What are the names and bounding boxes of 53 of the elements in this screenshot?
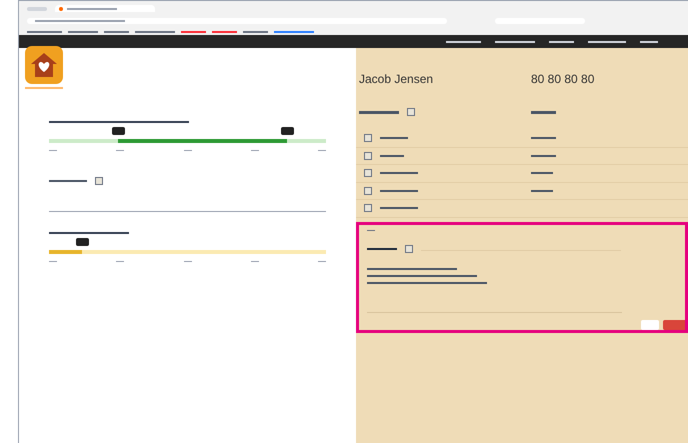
nav-link[interactable] [640, 40, 658, 42]
nav-link[interactable] [549, 40, 574, 42]
blurred-label [367, 248, 397, 250]
checkbox[interactable] [364, 152, 372, 160]
tick-label [250, 261, 259, 262]
blurred-heading [531, 110, 556, 114]
logo-wordmark [25, 87, 63, 89]
blurred-text [531, 137, 556, 140]
tick-label [49, 150, 57, 151]
bookmark[interactable] [181, 30, 206, 32]
tick-label [318, 261, 326, 262]
phone-number: 80 80 80 80 [531, 71, 594, 88]
bookmark[interactable] [27, 30, 62, 32]
contact-name: Jacob Jensen [359, 71, 434, 88]
bookmark[interactable] [212, 30, 237, 32]
checkbox[interactable] [405, 245, 413, 254]
blurred-text [380, 137, 408, 140]
checkbox[interactable] [364, 169, 372, 178]
blurred-text [380, 154, 404, 157]
tick-label [250, 150, 259, 151]
nav-link[interactable] [495, 40, 535, 42]
blurred-heading [359, 110, 399, 114]
nav-link[interactable] [446, 40, 481, 42]
tick-label [184, 261, 192, 262]
blurred-text [531, 172, 553, 174]
bookmark[interactable] [243, 30, 268, 32]
tick-label [116, 261, 124, 262]
blurred-text [380, 172, 418, 174]
tick-label [318, 150, 326, 151]
blurred-text [380, 190, 418, 192]
bookmark[interactable] [274, 30, 314, 32]
tick-label [116, 150, 124, 151]
tick-label [49, 261, 57, 262]
checkbox[interactable] [364, 186, 372, 195]
slider-handle-tooltip[interactable] [281, 127, 294, 135]
blurred-text [531, 154, 556, 157]
checkbox[interactable] [364, 134, 372, 142]
bookmark[interactable] [135, 30, 175, 32]
slider-handle-tooltip[interactable] [112, 127, 126, 135]
browser-tab[interactable] [55, 5, 155, 12]
tick-label [184, 150, 192, 151]
blurred-text [380, 207, 418, 210]
house-logo-icon[interactable] [25, 46, 63, 84]
checkbox[interactable] [95, 177, 103, 185]
bookmark[interactable] [68, 30, 98, 32]
nav-link[interactable] [588, 40, 626, 42]
checkbox[interactable] [364, 204, 372, 212]
bookmark[interactable] [104, 30, 129, 32]
checkbox[interactable] [407, 108, 415, 116]
address-bar[interactable] [27, 18, 447, 24]
slider-handle-tooltip[interactable] [76, 238, 90, 246]
save-button[interactable] [663, 320, 685, 330]
blurred-text [531, 190, 553, 192]
